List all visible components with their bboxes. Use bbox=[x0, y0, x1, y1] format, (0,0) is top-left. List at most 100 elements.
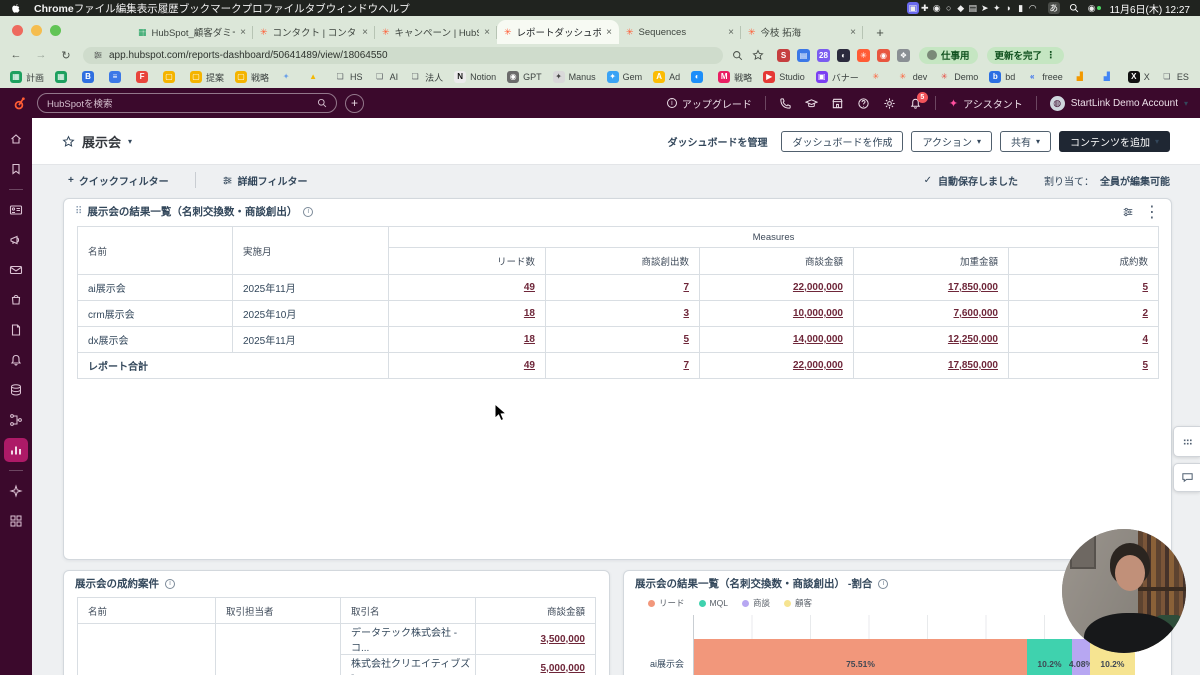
academy-icon[interactable] bbox=[805, 97, 818, 110]
assistant-button[interactable]: ✦アシスタント bbox=[949, 96, 1023, 111]
comments-button[interactable] bbox=[1173, 463, 1200, 492]
deal-amount-link[interactable]: 22,000,000 bbox=[793, 282, 843, 293]
legend-item[interactable]: 顧客 bbox=[784, 597, 812, 609]
bookmark-item[interactable]: ❏ ES bbox=[1161, 71, 1189, 83]
bookmark-item[interactable]: ◐ bbox=[691, 71, 707, 83]
bookmark-item[interactable]: ❏ HS bbox=[334, 71, 363, 83]
menu-item[interactable]: タブ bbox=[305, 3, 326, 15]
bookmark-item[interactable]: ▦ 計画 bbox=[10, 71, 44, 84]
user-switcher-icon[interactable]: ◉ bbox=[1088, 2, 1101, 14]
column-header[interactable]: 商談創出数 bbox=[546, 248, 700, 275]
bookmark-item[interactable]: ✦ Gem bbox=[607, 71, 643, 83]
menubar-status-icon[interactable]: ◉ bbox=[931, 2, 943, 14]
menubar-status-icon[interactable]: ✚ bbox=[919, 2, 931, 14]
extension-icon[interactable]: ✳ bbox=[857, 49, 870, 62]
sidebar-item[interactable] bbox=[4, 318, 28, 342]
column-header[interactable]: 名前 bbox=[78, 227, 233, 275]
leads-value-link[interactable]: 18 bbox=[524, 308, 535, 319]
menu-item[interactable]: Chrome bbox=[34, 3, 74, 15]
bookmark-item[interactable]: A Ad bbox=[653, 71, 680, 83]
menu-item[interactable]: 編集 bbox=[116, 3, 137, 15]
menu-item[interactable]: ファイル bbox=[74, 3, 116, 15]
column-header[interactable]: 商談金額 bbox=[700, 248, 854, 275]
menu-item[interactable]: ヘルプ bbox=[378, 3, 410, 15]
bookmark-item[interactable]: ✳ Demo bbox=[938, 71, 978, 83]
sidebar-item[interactable] bbox=[4, 157, 28, 181]
bookmark-item[interactable]: ▟ bbox=[1101, 71, 1117, 83]
bookmark-item[interactable]: X X bbox=[1128, 71, 1150, 83]
extension-icon[interactable]: S bbox=[777, 49, 790, 62]
report-menu-icon[interactable]: ⋮ bbox=[1144, 202, 1160, 222]
sidebar-item[interactable] bbox=[4, 198, 28, 222]
sidebar-item[interactable] bbox=[4, 438, 28, 462]
minimize-window-button[interactable] bbox=[31, 25, 42, 36]
create-dashboard-button[interactable]: ダッシュボードを作成 bbox=[781, 131, 903, 152]
notifications-bell-icon[interactable]: 5 bbox=[909, 97, 922, 110]
back-button[interactable]: ← bbox=[8, 49, 24, 61]
total-amount-link[interactable]: 22,000,000 bbox=[793, 360, 843, 371]
bookmark-item[interactable]: « freee bbox=[1026, 71, 1063, 83]
bookmark-item[interactable]: ▢ 提案 bbox=[190, 71, 224, 84]
menu-item[interactable]: ウィンドウ bbox=[326, 3, 379, 15]
info-icon[interactable] bbox=[165, 579, 175, 589]
legend-item[interactable]: MQL bbox=[699, 598, 728, 608]
column-header[interactable]: 実施月 bbox=[233, 227, 389, 275]
sidebar-item[interactable] bbox=[4, 378, 28, 402]
deals-created-link[interactable]: 7 bbox=[683, 282, 689, 293]
chart-title[interactable]: 展示会の結果一覧（名刺交換数・商談創出） -割合 bbox=[635, 576, 872, 591]
spotlight-icon[interactable] bbox=[1069, 3, 1079, 13]
bookmark-item[interactable]: ▶ Studio bbox=[763, 71, 805, 83]
bookmark-item[interactable]: ✦ bbox=[280, 71, 296, 83]
site-settings-icon[interactable] bbox=[93, 50, 103, 60]
report-title[interactable]: 展示会の結果一覧（名刺交換数・商談創出） bbox=[87, 204, 297, 219]
bookmark-item[interactable]: ✦ Manus bbox=[553, 71, 596, 83]
apple-icon[interactable] bbox=[10, 3, 21, 14]
column-header[interactable]: 成約数 bbox=[1009, 248, 1159, 275]
column-header[interactable]: 取引名 bbox=[341, 598, 476, 624]
menubar-clock[interactable]: 11月6日(木) 12:27 bbox=[1110, 1, 1190, 16]
panel-drag-handle[interactable]: ⠿ bbox=[1173, 426, 1200, 457]
info-icon[interactable] bbox=[303, 207, 313, 217]
legend-item[interactable]: リード bbox=[648, 597, 685, 609]
bookmark-item[interactable]: ▢ 戦略 bbox=[235, 71, 269, 84]
browser-tab[interactable]: ▦ HubSpot_顧客ダミーデータ - G × bbox=[131, 20, 253, 44]
bookmark-item[interactable]: ≡ bbox=[109, 71, 125, 83]
deal-amount-link[interactable]: 10,000,000 bbox=[793, 308, 843, 319]
advanced-filter-button[interactable]: 詳細フィルター bbox=[222, 173, 308, 188]
extension-icon[interactable]: ▤ bbox=[797, 49, 810, 62]
hubspot-logo-icon[interactable] bbox=[12, 96, 27, 111]
leads-value-link[interactable]: 49 bbox=[524, 282, 535, 293]
menu-item[interactable]: 表示 bbox=[137, 3, 158, 15]
extension-icon[interactable]: 28 bbox=[817, 49, 830, 62]
close-icon[interactable]: × bbox=[240, 27, 246, 38]
close-icon[interactable]: × bbox=[484, 27, 490, 38]
browser-tab[interactable]: ✳ 今枝 拓海 × bbox=[741, 20, 863, 44]
menu-item[interactable]: プロファイル bbox=[242, 3, 305, 15]
profile-chip[interactable]: 仕事用 bbox=[919, 47, 978, 64]
sidebar-item[interactable] bbox=[4, 509, 28, 533]
deals-created-link[interactable]: 3 bbox=[683, 308, 689, 319]
bookmark-item[interactable]: ▟ bbox=[1074, 71, 1090, 83]
extension-icon[interactable]: ◉ bbox=[877, 49, 890, 62]
upgrade-button[interactable]: アップグレード bbox=[667, 96, 752, 111]
deals-created-link[interactable]: 5 bbox=[683, 334, 689, 345]
leads-value-link[interactable]: 18 bbox=[524, 334, 535, 345]
reload-button[interactable]: ↻ bbox=[58, 49, 74, 62]
closed-count-link[interactable]: 5 bbox=[1142, 282, 1148, 293]
settings-gear-icon[interactable] bbox=[883, 97, 896, 110]
browser-tab[interactable]: ✳ Sequences × bbox=[619, 20, 741, 44]
weighted-amount-link[interactable]: 17,850,000 bbox=[948, 282, 998, 293]
column-header[interactable]: リード数 bbox=[389, 248, 546, 275]
sidebar-item[interactable] bbox=[4, 228, 28, 252]
sidebar-item[interactable] bbox=[4, 479, 28, 503]
closed-count-link[interactable]: 4 bbox=[1142, 334, 1148, 345]
zoom-icon[interactable] bbox=[732, 50, 743, 61]
bookmark-item[interactable]: ◉ GPT bbox=[507, 71, 542, 83]
bookmark-item[interactable]: ✳ bbox=[870, 71, 886, 83]
bookmark-item[interactable]: ✳ dev bbox=[897, 71, 928, 83]
total-closed-link[interactable]: 5 bbox=[1142, 360, 1148, 371]
bookmark-item[interactable]: ▢ bbox=[163, 71, 179, 83]
calling-icon[interactable] bbox=[779, 97, 792, 110]
column-header[interactable]: 商談金額 bbox=[476, 598, 596, 624]
actions-button[interactable]: アクション▾ bbox=[911, 131, 992, 152]
